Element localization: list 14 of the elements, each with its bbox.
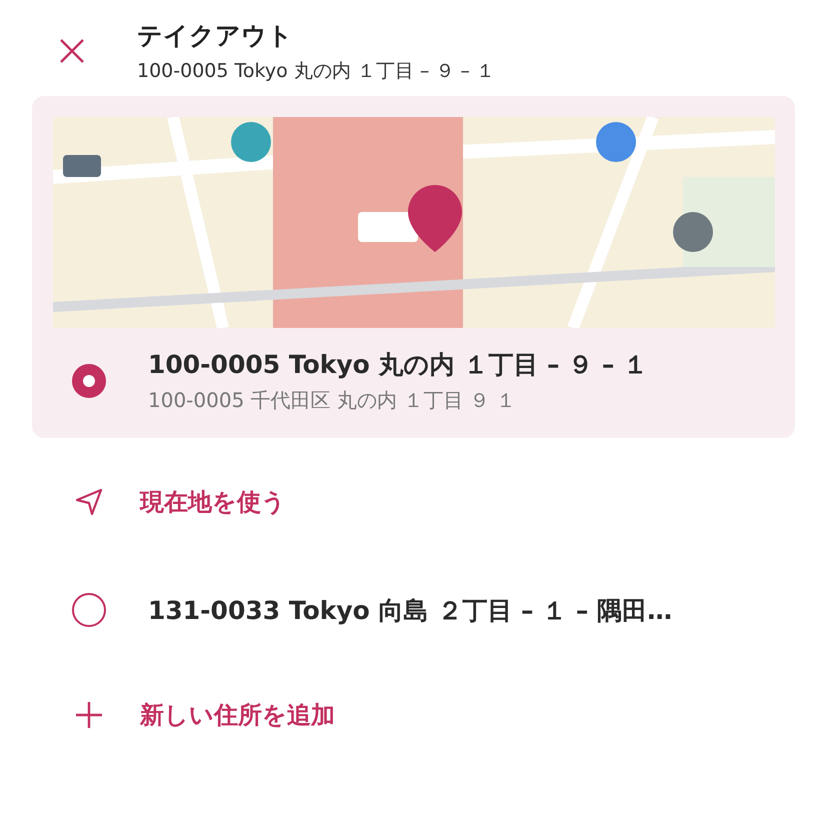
radio-button[interactable] bbox=[72, 593, 106, 627]
address-detail: 100-0005 千代田区 丸の内 １丁目 ９ １ bbox=[148, 387, 518, 414]
address-title: 100-0005 Tokyo 丸の内 １丁目 – ９ – １ bbox=[148, 349, 648, 381]
close-icon[interactable] bbox=[59, 38, 85, 64]
page-title: テイクアウト bbox=[137, 20, 294, 52]
page-subtitle: 100-0005 Tokyo 丸の内 １丁目 – ９ – １ bbox=[137, 58, 495, 84]
action-link[interactable]: 新しい住所を追加 bbox=[140, 699, 335, 731]
address-option[interactable]: 131-0033 Tokyo 向島 ２丁目 – １ – 隅田… bbox=[32, 552, 795, 651]
plus-icon bbox=[74, 700, 104, 730]
radio-button[interactable] bbox=[72, 364, 106, 398]
address-option[interactable]: 100-0005 Tokyo 丸の内 １丁目 – ９ – １ 100-0005 千代田区 丸の内 １丁目 ９ １ bbox=[32, 96, 795, 438]
action-link[interactable]: 現在地を使う bbox=[140, 486, 286, 518]
navigation-arrow-icon bbox=[74, 487, 104, 517]
address-title: 131-0033 Tokyo 向島 ２丁目 – １ – 隅田… bbox=[148, 594, 672, 626]
